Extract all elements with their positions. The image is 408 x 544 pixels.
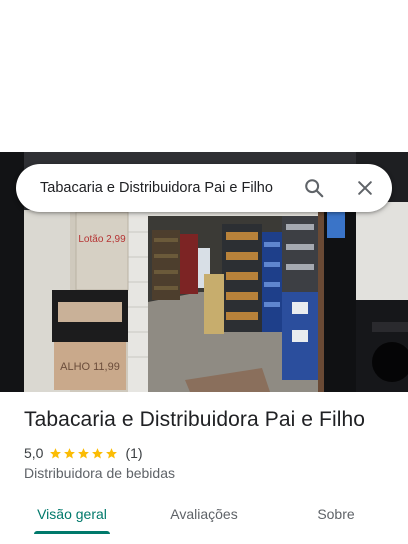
tab-reviews[interactable]: Avaliações xyxy=(156,496,252,532)
rating-count[interactable]: (1) xyxy=(125,445,142,461)
tab-about[interactable]: Sobre xyxy=(288,496,384,532)
search-button[interactable] xyxy=(298,172,330,204)
cardboard-sign-text: ALHO 11,99 xyxy=(60,361,120,373)
wall-sign-text: Lotão 2,99 xyxy=(78,234,126,245)
rating-value: 5,0 xyxy=(24,445,44,461)
search-icon xyxy=(305,179,324,198)
star-icon xyxy=(106,447,118,458)
map-area-blank xyxy=(0,0,408,152)
close-button[interactable] xyxy=(349,172,381,204)
star-icon xyxy=(50,447,62,458)
tab-overview[interactable]: Visão geral xyxy=(24,496,120,532)
active-tab-indicator xyxy=(34,531,110,534)
close-icon xyxy=(358,181,372,195)
search-input[interactable]: Tabacaria e Distribuidora Pai e Filho xyxy=(40,164,298,212)
place-category: Distribuidora de bebidas xyxy=(24,465,175,481)
rating-row[interactable]: 5,0 (1) xyxy=(24,444,143,462)
star-icon xyxy=(92,447,104,458)
star-rating xyxy=(49,447,119,460)
star-icon xyxy=(64,447,76,458)
search-bar[interactable]: Tabacaria e Distribuidora Pai e Filho xyxy=(16,164,392,212)
star-icon xyxy=(78,447,90,458)
place-title: Tabacaria e Distribuidora Pai e Filho xyxy=(24,408,366,431)
tab-bar: Visão geral Avaliações Sobre xyxy=(0,496,408,536)
